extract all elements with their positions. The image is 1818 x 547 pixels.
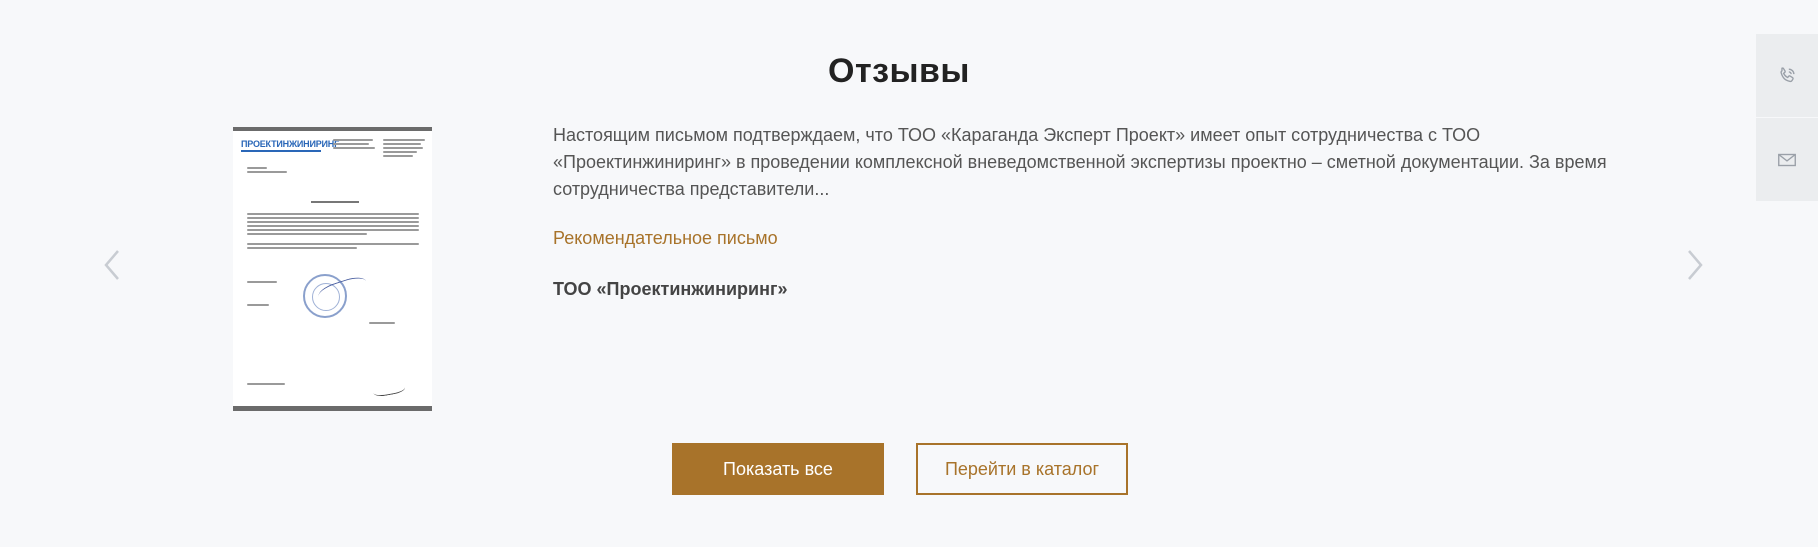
section-title: Отзывы — [828, 52, 970, 90]
document-logo: ПРОЕКТИНЖИНИРИНГ — [241, 139, 339, 149]
review-document-thumbnail[interactable]: ПРОЕКТИНЖИНИРИНГ — [233, 127, 432, 411]
document-heading-line — [311, 201, 359, 203]
review-text: Настоящим письмом подтверждаем, что ТОО … — [553, 125, 1607, 199]
show-all-button[interactable]: Показать все — [672, 443, 884, 495]
document-body-text — [247, 213, 419, 251]
review-author: ТОО «Проектинжиниринг» — [553, 279, 788, 299]
chevron-left-icon — [104, 250, 119, 280]
mail-icon — [1778, 153, 1796, 166]
phone-icon — [1780, 66, 1795, 82]
side-phone-button[interactable] — [1756, 34, 1818, 118]
carousel-next-button[interactable] — [1680, 248, 1710, 282]
document-date-block — [247, 167, 419, 175]
chevron-right-icon — [1688, 250, 1703, 280]
document-header-contacts — [383, 139, 427, 159]
side-contact-panel — [1756, 34, 1818, 202]
document-logo-underline — [241, 150, 321, 152]
catalog-button[interactable]: Перейти в каталог — [916, 443, 1128, 495]
carousel-prev-button[interactable] — [97, 248, 127, 282]
review-document-link[interactable]: Рекомендательное письмо — [553, 228, 778, 249]
document-header-address — [333, 139, 377, 151]
side-mail-button[interactable] — [1756, 118, 1818, 202]
